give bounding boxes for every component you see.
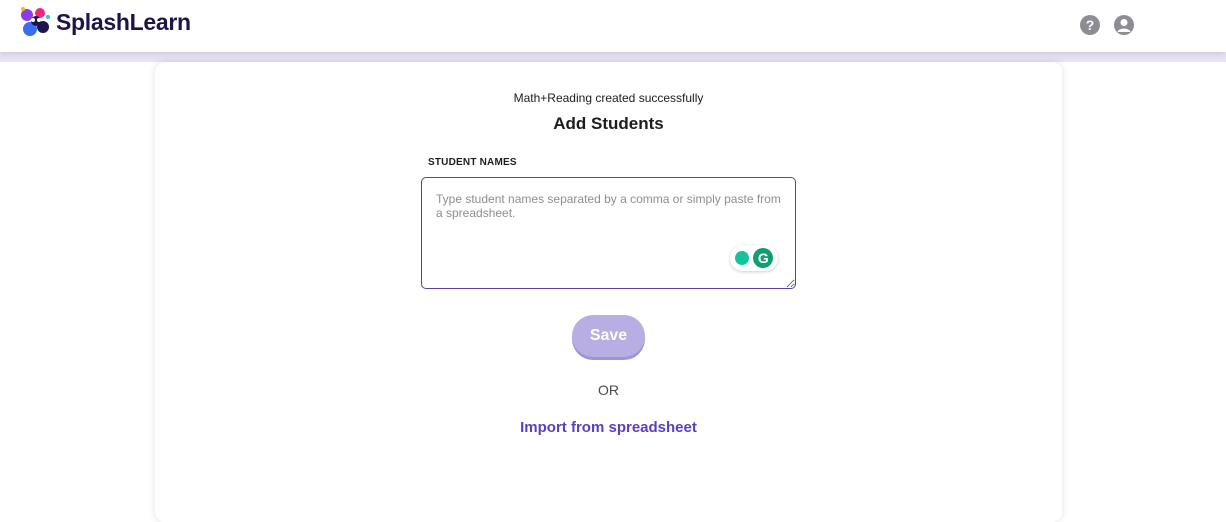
lightbulb-icon[interactable]	[734, 251, 749, 265]
save-button[interactable]: Save	[572, 315, 645, 357]
user-account-icon[interactable]	[1114, 15, 1134, 35]
or-divider-text: OR	[598, 382, 619, 398]
page-title: Add Students	[553, 114, 664, 133]
splashlearn-logo[interactable]: SplashLearn	[18, 5, 191, 39]
header-band	[0, 52, 1226, 62]
top-bar: SplashLearn ?	[0, 0, 1226, 52]
help-icon[interactable]: ?	[1080, 15, 1100, 35]
add-students-card: Math+Reading created successfully Add St…	[155, 62, 1062, 522]
student-names-field-wrapper: G	[421, 177, 796, 289]
success-message: Math+Reading created successfully	[513, 91, 704, 105]
grammarly-icon[interactable]: G	[753, 248, 774, 268]
logo-mark-icon	[18, 5, 52, 39]
student-names-input[interactable]	[421, 177, 796, 289]
student-names-label: STUDENT NAMES	[428, 157, 517, 168]
grammarly-widget[interactable]: G	[730, 245, 778, 271]
brand-name: SplashLearn	[56, 8, 191, 35]
import-from-spreadsheet-link[interactable]: Import from spreadsheet	[155, 419, 1062, 436]
